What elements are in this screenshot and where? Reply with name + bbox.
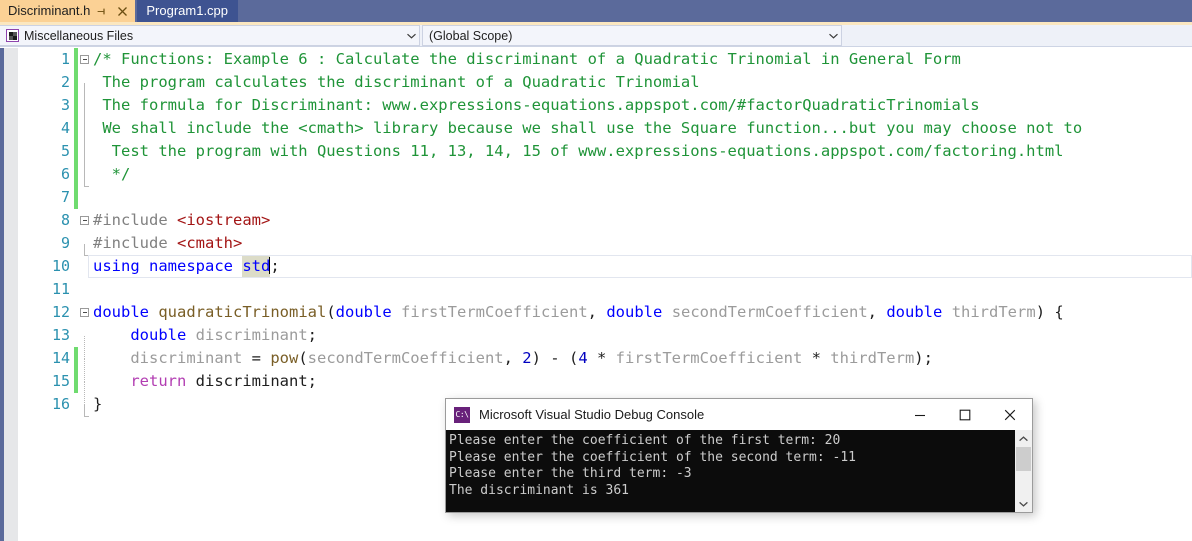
tab-label: Program1.cpp <box>146 3 229 18</box>
code-text: using namespace std; <box>91 255 1192 278</box>
close-icon[interactable] <box>114 2 130 20</box>
visual-studio-console-icon: C:\ <box>454 406 470 423</box>
tab-label: Discriminant.h <box>8 3 91 18</box>
code-text: We shall include the <cmath> library bec… <box>93 119 1083 137</box>
code-text: The formula for Discriminant: www.expres… <box>93 96 980 114</box>
line-number: 4 <box>60 119 70 137</box>
line-number: 6 <box>60 165 70 183</box>
line-number: 12 <box>51 303 70 321</box>
code-line[interactable]: 9 #include <cmath> <box>18 232 1192 256</box>
line-number: 3 <box>60 96 70 114</box>
code-text: double quadraticTrinomial(double firstTe… <box>93 303 1064 321</box>
project-dropdown-value: Miscellaneous Files <box>24 28 134 43</box>
fold-toggle-icon[interactable] <box>78 55 91 64</box>
code-text: discriminant = pow(secondTermCoefficient… <box>130 349 933 367</box>
fold-toggle-icon[interactable] <box>78 308 91 317</box>
line-number: 2 <box>60 73 70 91</box>
line-number: 16 <box>51 395 70 413</box>
pin-icon[interactable] <box>94 2 110 20</box>
line-number: 9 <box>60 234 70 252</box>
miscellaneous-files-icon <box>6 29 19 42</box>
change-bar <box>74 163 78 186</box>
editor-gutter-background <box>4 48 18 541</box>
code-line[interactable]: 2 The program calculates the discriminan… <box>18 71 1192 106</box>
line-number: 10 <box>51 257 70 275</box>
console-scrollbar[interactable] <box>1014 430 1032 512</box>
debug-console-window[interactable]: C:\ Microsoft Visual Studio Debug Consol… <box>445 398 1033 513</box>
chevron-down-icon[interactable] <box>403 33 419 39</box>
change-bar <box>74 393 78 416</box>
change-bar <box>74 186 78 209</box>
line-number: 11 <box>51 280 70 298</box>
line-number: 13 <box>51 326 70 344</box>
code-text: /* Functions: Example 6 : Calculate the … <box>93 50 961 68</box>
console-title-label: Microsoft Visual Studio Debug Console <box>479 407 705 422</box>
code-line[interactable]: 12 double quadraticTrinomial(double firs… <box>18 301 1192 324</box>
scrollbar-thumb[interactable] <box>1016 447 1031 471</box>
highlighted-word: std <box>242 255 271 278</box>
maximize-icon[interactable] <box>942 399 987 430</box>
console-title-bar[interactable]: C:\ Microsoft Visual Studio Debug Consol… <box>446 399 1032 430</box>
code-text: */ <box>93 165 131 183</box>
change-bar <box>74 71 78 94</box>
line-number: 7 <box>60 188 70 206</box>
code-text: double discriminant; <box>130 326 317 344</box>
chevron-down-icon[interactable] <box>825 33 841 39</box>
code-line[interactable]: 15 return discriminant; <box>18 370 1192 405</box>
code-text: #include <cmath> <box>93 234 243 252</box>
line-number: 5 <box>60 142 70 160</box>
fold-toggle-icon[interactable] <box>78 216 91 225</box>
console-output-text: Please enter the coefficient of the firs… <box>449 433 856 498</box>
chevron-down-icon[interactable] <box>1015 495 1032 512</box>
code-line[interactable]: 3 The formula for Discriminant: www.expr… <box>18 94 1192 129</box>
scope-dropdown[interactable]: (Global Scope) <box>422 25 842 46</box>
change-bar <box>74 117 78 140</box>
line-number: 8 <box>60 211 70 229</box>
code-line[interactable]: 1 /* Functions: Example 6 : Calculate th… <box>18 48 1192 71</box>
code-line[interactable]: 6 */ <box>18 163 1192 187</box>
change-bar <box>74 347 78 370</box>
change-bar <box>74 324 78 347</box>
window-controls <box>897 399 1032 430</box>
change-bar <box>74 94 78 117</box>
scope-dropdown-value: (Global Scope) <box>429 28 513 43</box>
code-line[interactable]: 4 We shall include the <cmath> library b… <box>18 117 1192 152</box>
change-bar <box>74 370 78 393</box>
line-number: 14 <box>51 349 70 367</box>
console-output-area[interactable]: Please enter the coefficient of the firs… <box>446 430 1032 512</box>
code-line[interactable]: 7 <box>18 186 1192 209</box>
line-number: 15 <box>51 372 70 390</box>
code-text: return discriminant; <box>130 372 317 390</box>
tab-program1-cpp[interactable]: Program1.cpp <box>137 0 239 22</box>
line-number: 1 <box>60 50 70 68</box>
code-line[interactable]: 11 <box>18 278 1192 301</box>
code-line[interactable]: 5 Test the program with Questions 11, 13… <box>18 140 1192 175</box>
code-text: The program calculates the discriminant … <box>93 73 700 91</box>
project-dropdown[interactable]: Miscellaneous Files <box>0 25 420 46</box>
editor-tab-strip: Discriminant.h Program1.cpp <box>0 0 1192 22</box>
close-icon[interactable] <box>987 399 1032 430</box>
code-line[interactable]: 13 double discriminant; <box>18 324 1192 359</box>
minimize-icon[interactable] <box>897 399 942 430</box>
chevron-up-icon[interactable] <box>1015 430 1032 447</box>
change-bar <box>74 255 78 278</box>
change-bar <box>74 278 78 301</box>
change-bar <box>74 140 78 163</box>
editor-navigation-bar: Miscellaneous Files (Global Scope) <box>0 25 1192 47</box>
code-line[interactable]: 14 discriminant = pow(secondTermCoeffici… <box>18 347 1192 382</box>
code-line-current[interactable]: 10 using namespace std; <box>18 255 1192 278</box>
tab-discriminant-h[interactable]: Discriminant.h <box>0 0 136 22</box>
code-text: #include <iostream> <box>93 211 271 229</box>
change-bar <box>74 232 78 255</box>
code-text: Test the program with Questions 11, 13, … <box>93 142 1064 160</box>
code-line[interactable]: 8 #include <iostream> <box>18 209 1192 232</box>
